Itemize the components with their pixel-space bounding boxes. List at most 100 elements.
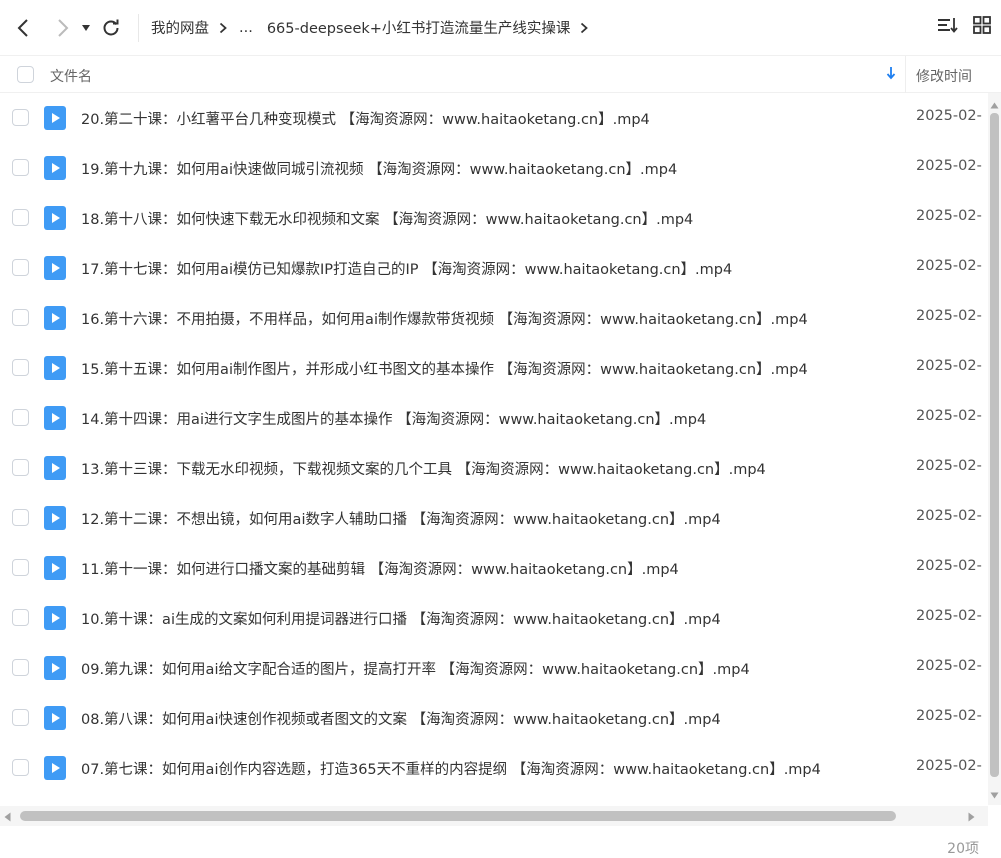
row-checkbox[interactable] — [12, 109, 29, 126]
file-name[interactable]: 09.第九课：如何用ai给文字配合适的图片，提高打开率 【海淘资源网：www.h… — [81, 658, 750, 679]
toolbar-divider — [138, 13, 139, 42]
status-bar: 20项 — [0, 826, 1001, 858]
scroll-left-arrow-icon[interactable] — [4, 810, 11, 826]
file-modified-time: 2025-02- — [916, 658, 982, 674]
toolbar: 我的网盘 ... 665-deepseek+小红书打造流量生产线实操课 — [0, 0, 1001, 56]
column-divider[interactable] — [905, 56, 906, 93]
row-checkbox[interactable] — [12, 409, 29, 426]
file-row[interactable]: 16.第十六课：不用拍摄，不用样品，如何用ai制作爆款带货视频 【海淘资源网：w… — [0, 293, 988, 343]
scroll-up-arrow-icon[interactable] — [990, 97, 999, 113]
file-modified-time: 2025-02- — [916, 358, 982, 374]
list-header: 文件名 修改时间 — [0, 56, 1001, 93]
row-checkbox[interactable] — [12, 709, 29, 726]
row-checkbox[interactable] — [12, 659, 29, 676]
back-icon[interactable] — [10, 15, 36, 41]
file-list: 20.第二十课：小红薯平台几种变现模式 【海淘资源网：www.haitaoket… — [0, 93, 988, 805]
file-modified-time: 2025-02- — [916, 108, 982, 124]
video-file-icon — [44, 406, 66, 434]
scroll-down-arrow-icon[interactable] — [990, 787, 999, 803]
row-checkbox[interactable] — [12, 509, 29, 526]
chevron-right-icon — [219, 22, 227, 34]
sort-list-icon[interactable] — [937, 16, 959, 38]
row-checkbox[interactable] — [12, 759, 29, 776]
file-modified-time: 2025-02- — [916, 308, 982, 324]
file-row[interactable]: 11.第十一课：如何进行口播文案的基础剪辑 【海淘资源网：www.haitaok… — [0, 543, 988, 593]
file-row[interactable]: 17.第十七课：如何用ai模仿已知爆款IP打造自己的IP 【海淘资源网：www.… — [0, 243, 988, 293]
video-file-icon — [44, 656, 66, 684]
video-file-icon — [44, 206, 66, 234]
file-name[interactable]: 11.第十一课：如何进行口播文案的基础剪辑 【海淘资源网：www.haitaok… — [81, 558, 679, 579]
file-modified-time: 2025-02- — [916, 508, 982, 524]
file-modified-time: 2025-02- — [916, 558, 982, 574]
file-row[interactable]: 13.第十三课：下载无水印视频，下载视频文案的几个工具 【海淘资源网：www.h… — [0, 443, 988, 493]
file-row[interactable]: 07.第七课：如何用ai创作内容选题，打造365天不重样的内容提纲 【海淘资源网… — [0, 743, 988, 793]
breadcrumb-root[interactable]: 我的网盘 — [151, 17, 209, 38]
row-checkbox[interactable] — [12, 259, 29, 276]
column-header-modified-time[interactable]: 修改时间 — [916, 66, 972, 86]
file-name[interactable]: 18.第十八课：如何快速下载无水印视频和文案 【海淘资源网：www.haitao… — [81, 208, 693, 229]
file-row[interactable]: 18.第十八课：如何快速下载无水印视频和文案 【海淘资源网：www.haitao… — [0, 193, 988, 243]
column-header-name[interactable]: 文件名 — [50, 66, 92, 86]
breadcrumb-ellipsis[interactable]: ... — [239, 20, 253, 36]
forward-icon[interactable] — [50, 15, 76, 41]
history-dropdown-icon[interactable] — [78, 15, 94, 41]
row-checkbox[interactable] — [12, 559, 29, 576]
file-modified-time: 2025-02- — [916, 208, 982, 224]
file-name[interactable]: 17.第十七课：如何用ai模仿已知爆款IP打造自己的IP 【海淘资源网：www.… — [81, 258, 732, 279]
file-modified-time: 2025-02- — [916, 458, 982, 474]
video-file-icon — [44, 106, 66, 134]
grid-view-icon[interactable] — [973, 16, 991, 38]
video-file-icon — [44, 456, 66, 484]
row-checkbox[interactable] — [12, 609, 29, 626]
file-name[interactable]: 16.第十六课：不用拍摄，不用样品，如何用ai制作爆款带货视频 【海淘资源网：w… — [81, 308, 808, 329]
file-modified-time: 2025-02- — [916, 408, 982, 424]
video-file-icon — [44, 306, 66, 334]
file-row[interactable]: 14.第十四课：用ai进行文字生成图片的基本操作 【海淘资源网：www.hait… — [0, 393, 988, 443]
file-modified-time: 2025-02- — [916, 708, 982, 724]
select-all-checkbox[interactable] — [17, 66, 34, 83]
video-file-icon — [44, 756, 66, 784]
chevron-right-icon[interactable] — [580, 22, 589, 34]
sort-descending-icon[interactable] — [886, 66, 896, 84]
row-checkbox[interactable] — [12, 359, 29, 376]
file-name[interactable]: 10.第十课：ai生成的文案如何利用提词器进行口播 【海淘资源网：www.hai… — [81, 608, 721, 629]
breadcrumb-current-folder[interactable]: 665-deepseek+小红书打造流量生产线实操课 — [267, 17, 571, 38]
scroll-right-arrow-icon[interactable] — [968, 810, 975, 826]
row-checkbox[interactable] — [12, 209, 29, 226]
file-modified-time: 2025-02- — [916, 758, 982, 774]
video-file-icon — [44, 606, 66, 634]
horizontal-scrollbar[interactable] — [0, 806, 988, 826]
vertical-scrollbar[interactable] — [988, 93, 1001, 805]
horizontal-scrollbar-thumb[interactable] — [20, 811, 896, 821]
row-checkbox[interactable] — [12, 459, 29, 476]
file-modified-time: 2025-02- — [916, 258, 982, 274]
file-row[interactable]: 15.第十五课：如何用ai制作图片，并形成小红书图文的基本操作 【海淘资源网：w… — [0, 343, 988, 393]
breadcrumb: 我的网盘 ... 665-deepseek+小红书打造流量生产线实操课 — [151, 17, 600, 38]
file-name[interactable]: 14.第十四课：用ai进行文字生成图片的基本操作 【海淘资源网：www.hait… — [81, 408, 706, 429]
row-checkbox[interactable] — [12, 159, 29, 176]
file-row[interactable]: 20.第二十课：小红薯平台几种变现模式 【海淘资源网：www.haitaoket… — [0, 93, 988, 143]
file-name[interactable]: 13.第十三课：下载无水印视频，下载视频文案的几个工具 【海淘资源网：www.h… — [81, 458, 766, 479]
file-modified-time: 2025-02- — [916, 608, 982, 624]
file-name[interactable]: 15.第十五课：如何用ai制作图片，并形成小红书图文的基本操作 【海淘资源网：w… — [81, 358, 808, 379]
file-row[interactable]: 12.第十二课：不想出镜，如何用ai数字人辅助口播 【海淘资源网：www.hai… — [0, 493, 988, 543]
item-count: 20项 — [947, 841, 979, 857]
file-name[interactable]: 12.第十二课：不想出镜，如何用ai数字人辅助口播 【海淘资源网：www.hai… — [81, 508, 721, 529]
vertical-scrollbar-thumb[interactable] — [990, 113, 999, 777]
row-checkbox[interactable] — [12, 309, 29, 326]
video-file-icon — [44, 706, 66, 734]
video-file-icon — [44, 256, 66, 284]
file-row[interactable]: 19.第十九课：如何用ai快速做同城引流视频 【海淘资源网：www.haitao… — [0, 143, 988, 193]
file-name[interactable]: 08.第八课：如何用ai快速创作视频或者图文的文案 【海淘资源网：www.hai… — [81, 708, 721, 729]
file-row[interactable]: 09.第九课：如何用ai给文字配合适的图片，提高打开率 【海淘资源网：www.h… — [0, 643, 988, 693]
file-modified-time: 2025-02- — [916, 158, 982, 174]
file-row[interactable]: 08.第八课：如何用ai快速创作视频或者图文的文案 【海淘资源网：www.hai… — [0, 693, 988, 743]
video-file-icon — [44, 506, 66, 534]
video-file-icon — [44, 356, 66, 384]
file-name[interactable]: 19.第十九课：如何用ai快速做同城引流视频 【海淘资源网：www.haitao… — [81, 158, 677, 179]
video-file-icon — [44, 156, 66, 184]
refresh-icon[interactable] — [98, 15, 124, 41]
file-name[interactable]: 20.第二十课：小红薯平台几种变现模式 【海淘资源网：www.haitaoket… — [81, 108, 650, 129]
file-row[interactable]: 10.第十课：ai生成的文案如何利用提词器进行口播 【海淘资源网：www.hai… — [0, 593, 988, 643]
file-name[interactable]: 07.第七课：如何用ai创作内容选题，打造365天不重样的内容提纲 【海淘资源网… — [81, 758, 821, 779]
